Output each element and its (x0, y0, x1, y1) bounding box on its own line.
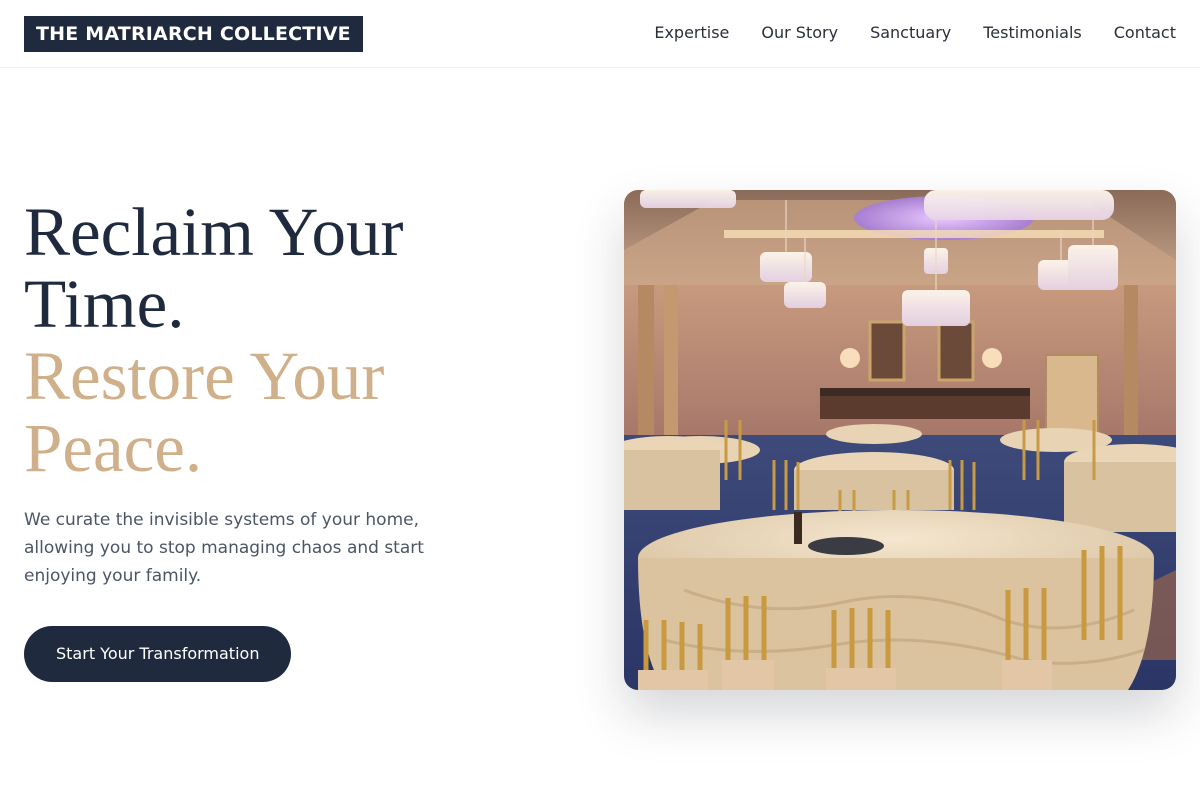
banquet-hall-photo (624, 190, 1176, 690)
start-transformation-button[interactable]: Start Your Transformation (24, 626, 292, 682)
hero-copy: Reclaim Your Time. Restore Your Peace. W… (24, 196, 544, 590)
main-nav: Expertise Our Story Sanctuary Testimonia… (654, 22, 1176, 44)
nav-link-expertise[interactable]: Expertise (654, 22, 729, 44)
hero-subtext: We curate the invisible systems of your … (24, 510, 424, 586)
nav-link-sanctuary[interactable]: Sanctuary (870, 22, 951, 44)
headline-line-4: Peace. (24, 410, 203, 486)
headline-line-1: Reclaim Your (24, 194, 404, 270)
nav-link-our-story[interactable]: Our Story (761, 22, 838, 44)
site-header: THE MATRIARCH COLLECTIVE Expertise Our S… (0, 0, 1200, 68)
logo[interactable]: THE MATRIARCH COLLECTIVE (24, 16, 363, 52)
hero-headline: Reclaim Your Time. Restore Your Peace. (24, 196, 544, 484)
banquet-hall-illustration (624, 190, 1176, 690)
nav-link-testimonials[interactable]: Testimonials (983, 22, 1082, 44)
headline-line-3: Restore Your (24, 338, 385, 414)
headline-line-2: Time. (24, 266, 185, 342)
nav-link-contact[interactable]: Contact (1114, 22, 1176, 44)
